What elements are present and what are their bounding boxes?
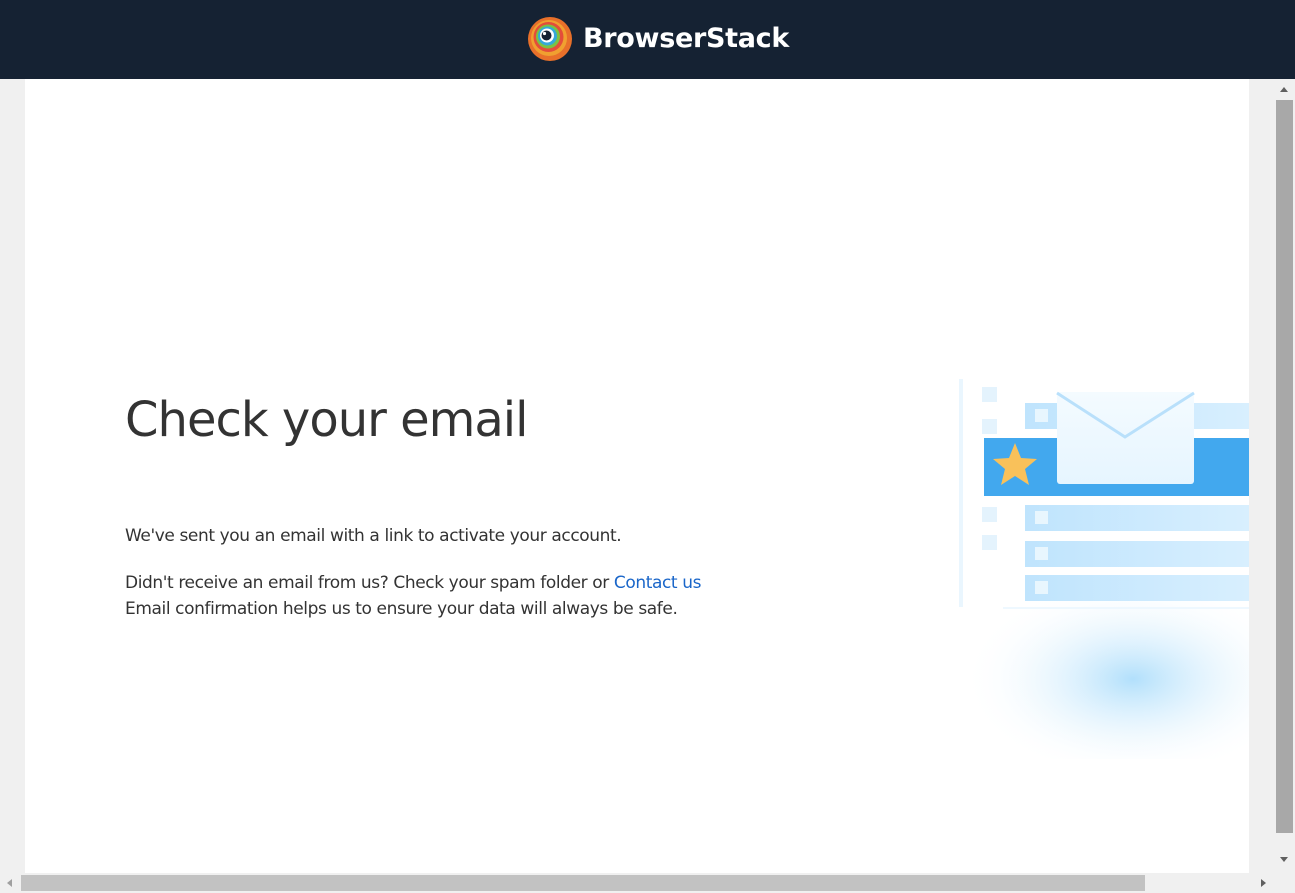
scroll-left-arrow-icon[interactable] (7, 879, 12, 887)
email-inbox-illustration (959, 379, 1249, 759)
sent-message: We've sent you an email with a link to a… (125, 526, 622, 546)
spam-message: Didn't receive an email from us? Check y… (125, 570, 701, 596)
scroll-right-arrow-icon[interactable] (1261, 879, 1266, 887)
main-content: Check your email We've sent you an email… (25, 79, 1249, 873)
contact-us-link[interactable]: Contact us (614, 573, 702, 593)
scrollbar-corner (1274, 873, 1295, 893)
scroll-down-arrow-icon[interactable] (1280, 857, 1288, 862)
brand-name: BrowserStack (583, 23, 790, 54)
spam-message-text: Didn't receive an email from us? Check y… (125, 573, 614, 593)
horizontal-scroll-thumb[interactable] (21, 875, 1145, 891)
horizontal-scrollbar[interactable] (0, 873, 1274, 893)
safety-message: Email confirmation helps us to ensure yo… (125, 599, 678, 619)
vertical-scrollbar[interactable] (1274, 79, 1295, 873)
brand[interactable]: BrowserStack (528, 17, 789, 61)
page-title: Check your email (125, 392, 528, 448)
vertical-scroll-thumb[interactable] (1276, 100, 1293, 833)
scroll-up-arrow-icon[interactable] (1280, 87, 1288, 92)
top-header-bar: BrowserStack (0, 0, 1295, 79)
browserstack-logo-icon (528, 17, 572, 61)
